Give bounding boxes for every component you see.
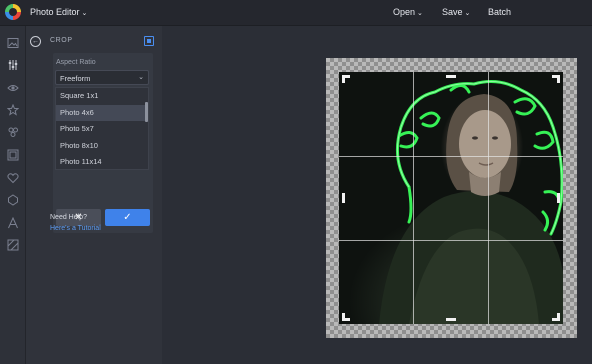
crop-handle-bottom-left[interactable] (342, 313, 350, 321)
heart-icon[interactable] (6, 171, 19, 184)
batch-label: Batch (488, 7, 512, 17)
chevron-down-icon: ⌄ (417, 10, 423, 17)
batch-menu[interactable]: Batch (488, 7, 511, 17)
dropdown-scrollbar[interactable] (145, 102, 148, 122)
crop-grid-line (339, 156, 563, 157)
chevron-down-icon: ⌄ (81, 10, 88, 17)
app-logo-icon[interactable] (5, 4, 21, 20)
top-bar: Photo Editor ⌄ Open ⌄ Save ⌄ Batch (0, 0, 592, 26)
crop-handle-right[interactable] (557, 193, 560, 203)
option-photo-8x10[interactable]: Photo 8x10 (56, 138, 145, 155)
photo-image (339, 72, 563, 324)
tool-rail (0, 26, 26, 364)
crop-handle-bottom[interactable] (446, 318, 456, 321)
photo-artwork (379, 80, 563, 324)
help-label: Need Help? (50, 214, 87, 221)
save-menu[interactable]: Save ⌄ (442, 7, 470, 17)
text-icon[interactable] (6, 216, 19, 229)
open-label: Open (393, 7, 416, 17)
texture-icon[interactable] (6, 238, 19, 251)
option-photo-4x6[interactable]: Photo 4x6 (56, 104, 145, 121)
graphics-icon[interactable] (6, 125, 19, 138)
aspect-ratio-label: Aspect Ratio (56, 59, 96, 66)
aspect-ratio-value: Freeform (60, 74, 91, 83)
crop-handle-left[interactable] (342, 193, 345, 203)
checkmark-icon: ✓ (123, 212, 132, 223)
open-menu[interactable]: Open ⌄ (393, 7, 423, 17)
crop-grid-line (413, 72, 414, 324)
apply-button[interactable]: ✓ (105, 209, 150, 226)
crop-handle-top-right[interactable] (552, 75, 560, 83)
app-title-menu[interactable]: Photo Editor ⌄ (30, 7, 87, 17)
crop-panel: ← CROP Aspect Ratio Freeform ⌄ Square 1x… (26, 26, 162, 364)
crop-overlay-toggle-icon[interactable] (144, 36, 154, 46)
image-icon[interactable] (6, 36, 19, 49)
option-photo-11x14[interactable]: Photo 11x14 (56, 154, 145, 171)
save-label: Save (442, 7, 463, 17)
aspect-ratio-select[interactable]: Freeform ⌄ (55, 70, 149, 85)
app-title-label: Photo Editor (30, 7, 80, 17)
chevron-down-icon: ⌄ (138, 74, 144, 81)
panel-title: CROP (50, 37, 73, 44)
back-arrow-icon[interactable]: ← (30, 36, 41, 47)
option-photo-5x7[interactable]: Photo 5x7 (56, 121, 145, 138)
crop-grid-line (488, 72, 489, 324)
shape-icon[interactable] (6, 193, 19, 206)
chevron-down-icon: ⌄ (464, 10, 471, 17)
tutorial-link[interactable]: Here's a Tutorial (50, 225, 101, 232)
aspect-ratio-dropdown: Square 1x1 Photo 4x6 Photo 5x7 Photo 8x1… (55, 87, 149, 170)
option-square-1x1[interactable]: Square 1x1 (56, 88, 145, 105)
crop-handle-top-left[interactable] (342, 75, 350, 83)
crop-handle-top[interactable] (446, 75, 456, 78)
crop-handle-bottom-right[interactable] (552, 313, 560, 321)
sliders-icon[interactable] (6, 58, 19, 71)
star-icon[interactable] (6, 103, 19, 116)
crop-grid-line (339, 240, 563, 241)
eye-icon[interactable] (6, 81, 19, 94)
frame-icon[interactable] (6, 148, 19, 161)
